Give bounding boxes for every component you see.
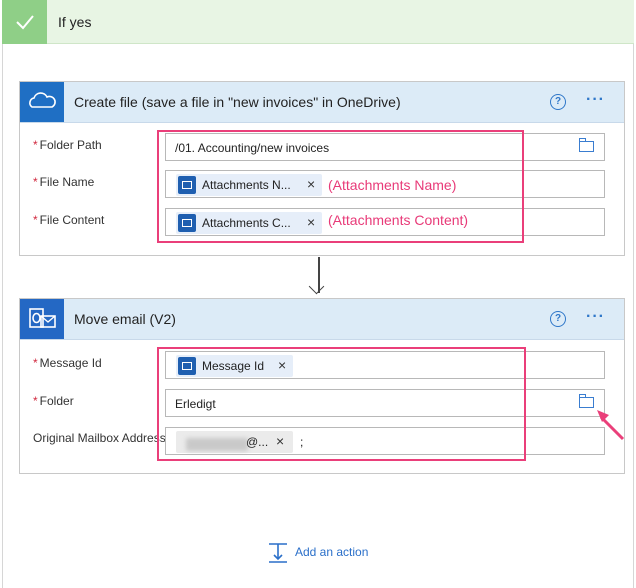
message-id-label: * Message Id	[33, 356, 102, 370]
more-icon[interactable]: ···	[586, 91, 605, 109]
original-mailbox-label: Original Mailbox Address	[33, 431, 166, 445]
condition-yes-header[interactable]: If yes	[2, 0, 634, 44]
move-email-card: Move email (V2) ? ··· * Message Id Messag…	[19, 298, 625, 474]
file-name-label: * File Name	[33, 175, 94, 189]
create-file-header[interactable]: Create file (save a file in "new invoice…	[20, 82, 624, 123]
required-marker: *	[33, 175, 38, 189]
move-email-header[interactable]: Move email (V2) ? ···	[20, 299, 624, 340]
file-content-label-text: File Content	[39, 213, 105, 227]
pointer-arrow-icon	[597, 410, 625, 441]
condition-title: If yes	[58, 14, 92, 30]
create-file-card: Create file (save a file in "new invoice…	[19, 81, 625, 256]
required-marker: *	[33, 394, 38, 408]
file-content-label: * File Content	[33, 213, 104, 227]
add-action-icon	[269, 543, 287, 563]
create-file-title: Create file (save a file in "new invoice…	[74, 94, 401, 110]
required-marker: *	[33, 213, 38, 227]
folder-path-label-text: Folder Path	[39, 138, 102, 152]
outlook-icon	[20, 299, 64, 339]
highlight-box	[157, 347, 526, 461]
onedrive-icon	[20, 82, 64, 122]
required-marker: *	[33, 356, 38, 370]
move-email-title: Move email (V2)	[74, 311, 176, 327]
required-marker: *	[33, 138, 38, 152]
folder-path-label: * Folder Path	[33, 138, 102, 152]
add-action-label: Add an action	[295, 545, 369, 559]
folder-label-text: Folder	[39, 394, 74, 408]
more-icon[interactable]: ···	[586, 308, 605, 326]
highlight-box	[157, 130, 524, 243]
file-name-label-text: File Name	[39, 175, 95, 189]
folder-icon[interactable]	[579, 138, 594, 152]
message-id-label-text: Message Id	[39, 356, 102, 370]
help-icon[interactable]: ?	[550, 311, 566, 327]
check-icon	[2, 0, 47, 44]
help-icon[interactable]: ?	[550, 94, 566, 110]
folder-label: * Folder	[33, 394, 74, 408]
